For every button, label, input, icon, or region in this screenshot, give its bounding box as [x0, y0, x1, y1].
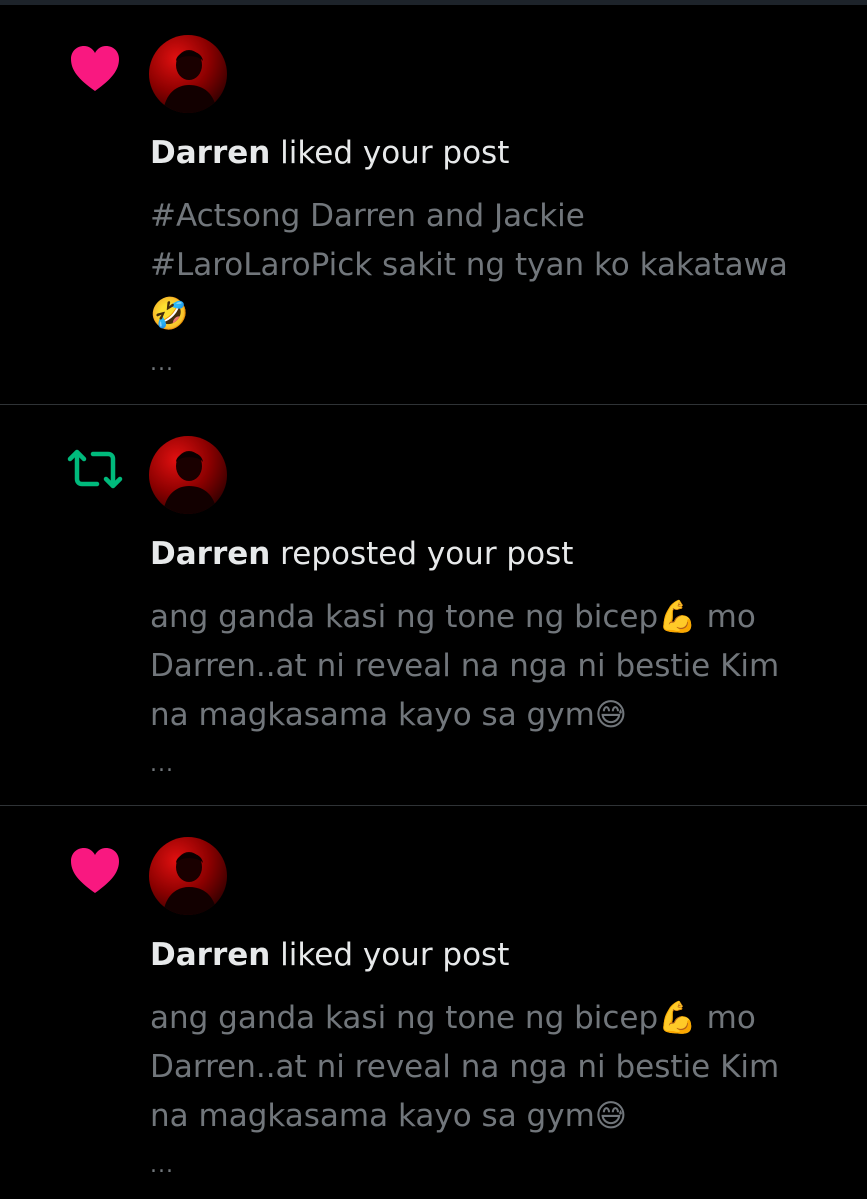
action-text: liked your post: [270, 135, 510, 171]
notification-item-like[interactable]: Darren liked your post #Actsong Darren a…: [0, 5, 867, 405]
user-name[interactable]: Darren: [150, 937, 270, 973]
post-preview-text[interactable]: ang ganda kasi ng tone ng bicep💪 mo Darr…: [150, 994, 850, 1141]
action-text: liked your post: [270, 937, 510, 973]
notification-headline: Darren liked your post: [150, 935, 509, 975]
notification-item-repost[interactable]: Darren reposted your post ang ganda kasi…: [0, 406, 867, 806]
action-text: reposted your post: [270, 536, 574, 572]
post-preview-text[interactable]: ang ganda kasi ng tone ng bicep💪 mo Darr…: [150, 593, 850, 740]
more-ellipsis: ...: [150, 752, 174, 777]
more-ellipsis: ...: [150, 351, 174, 376]
more-ellipsis: ...: [150, 1153, 174, 1178]
heart-icon: [66, 844, 124, 896]
notification-headline: Darren reposted your post: [150, 534, 573, 574]
user-avatar[interactable]: [149, 837, 227, 915]
user-avatar[interactable]: [149, 35, 227, 113]
notification-headline: Darren liked your post: [150, 133, 509, 173]
user-avatar[interactable]: [149, 436, 227, 514]
notification-item-like[interactable]: Darren liked your post ang ganda kasi ng…: [0, 807, 867, 1199]
heart-icon: [66, 42, 124, 94]
user-name[interactable]: Darren: [150, 536, 270, 572]
post-preview-text[interactable]: #Actsong Darren and Jackie #LaroLaroPick…: [150, 192, 850, 339]
user-name[interactable]: Darren: [150, 135, 270, 171]
repost-icon: [66, 443, 124, 495]
